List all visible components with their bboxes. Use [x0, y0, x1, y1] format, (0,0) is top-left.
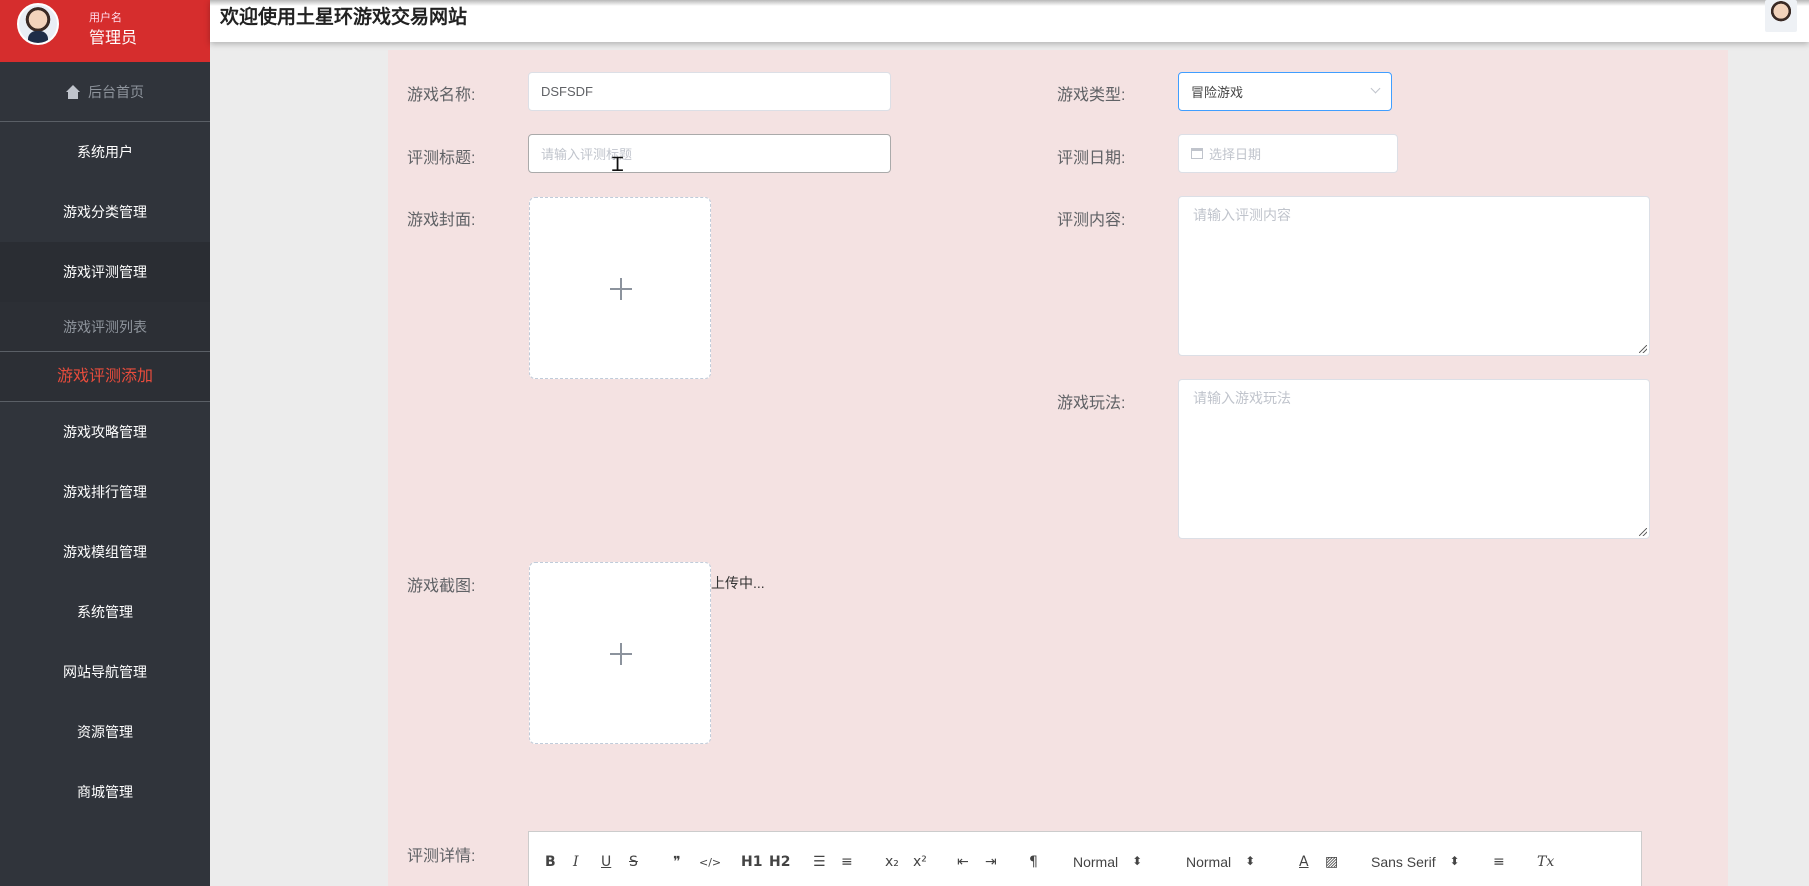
user-label: 用户名	[89, 12, 122, 24]
bold-button[interactable]: B	[545, 854, 556, 870]
sidebar-item-nav[interactable]: 网站导航管理	[0, 642, 210, 702]
chevron-down-icon	[1370, 83, 1381, 94]
bullet-list-icon[interactable]: ≡	[841, 854, 853, 870]
review-detail-label: 评测详情:	[407, 848, 476, 865]
page-title: 欢迎使用土星环游戏交易网站	[220, 7, 468, 28]
ordered-list-icon[interactable]: ☰	[813, 854, 826, 870]
header-avatar[interactable]	[1765, 0, 1797, 32]
cover-uploader[interactable]	[529, 197, 711, 379]
screenshot-label: 游戏截图:	[407, 578, 476, 595]
h2-button[interactable]: H2	[769, 854, 790, 870]
submenu-item-review-list[interactable]: 游戏评测列表	[0, 302, 210, 352]
align-icon[interactable]: ≡	[1493, 854, 1505, 870]
text-cursor-icon: Ɪ	[612, 152, 624, 176]
review-title-input[interactable]: 请输入评测标题	[528, 134, 891, 173]
sidebar: 用户名 管理员 后台首页 系统用户 游戏分类管理 游戏评测管理 游戏评测列表 游…	[0, 0, 210, 886]
sidebar-item-resource[interactable]: 资源管理	[0, 702, 210, 762]
review-date-label: 评测日期:	[1057, 150, 1126, 167]
sidebar-item-shop[interactable]: 商城管理	[0, 762, 210, 822]
calendar-icon	[1191, 148, 1203, 159]
quote-icon[interactable]: ❞	[673, 854, 681, 870]
submenu-item-review-add[interactable]: 游戏评测添加	[0, 352, 210, 402]
plus-icon	[610, 643, 632, 665]
sidebar-item-review[interactable]: 游戏评测管理	[0, 242, 210, 302]
h1-button[interactable]: H1	[741, 854, 762, 870]
cover-label: 游戏封面:	[407, 212, 476, 229]
sidebar-item-category[interactable]: 游戏分类管理	[0, 182, 210, 242]
text-color-icon[interactable]: A	[1299, 854, 1309, 870]
gameplay-placeholder: 请输入游戏玩法	[1193, 390, 1291, 406]
font-select[interactable]: Sans Serif	[1371, 854, 1459, 870]
superscript-button[interactable]: x²	[913, 854, 927, 870]
game-type-label: 游戏类型:	[1057, 87, 1126, 104]
home-icon	[66, 84, 80, 99]
review-content-placeholder: 请输入评测内容	[1193, 207, 1291, 223]
direction-icon[interactable]: ¶	[1029, 854, 1038, 870]
review-date-placeholder: 选择日期	[1209, 147, 1262, 162]
avatar[interactable]	[17, 3, 59, 45]
sidebar-item-home[interactable]: 后台首页	[0, 62, 210, 122]
size-select[interactable]: Normal	[1073, 854, 1142, 870]
clear-format-icon[interactable]: Tx	[1537, 854, 1554, 870]
review-content-textarea[interactable]: 请输入评测内容	[1178, 196, 1650, 356]
resize-handle-icon[interactable]	[1639, 345, 1647, 353]
user-role: 管理员	[89, 30, 138, 47]
sidebar-item-ranking[interactable]: 游戏排行管理	[0, 462, 210, 522]
indent-icon[interactable]: ⇥	[985, 854, 997, 870]
screenshot-uploader[interactable]	[529, 562, 711, 744]
review-date-picker[interactable]: 选择日期	[1178, 134, 1398, 173]
header: 欢迎使用土星环游戏交易网站	[210, 0, 1809, 42]
outdent-icon[interactable]: ⇤	[957, 854, 969, 870]
game-name-value: DSFSDF	[541, 84, 593, 99]
review-content-label: 评测内容:	[1057, 212, 1126, 229]
sidebar-item-mod[interactable]: 游戏模组管理	[0, 522, 210, 582]
strike-button[interactable]: S	[629, 854, 638, 870]
underline-button[interactable]: U	[601, 854, 611, 870]
rich-text-editor[interactable]: B I U S ❞ </> H1 H2 ☰ ≡ x₂ x² ⇤ ⇥ ¶ Norm…	[528, 831, 1642, 886]
user-box: 用户名 管理员	[0, 0, 210, 62]
sidebar-item-label: 后台首页	[88, 83, 144, 100]
game-type-value: 冒险游戏	[1191, 85, 1244, 100]
gameplay-label: 游戏玩法:	[1057, 395, 1126, 412]
game-type-select[interactable]: 冒险游戏	[1178, 72, 1392, 111]
resize-handle-icon[interactable]	[1639, 528, 1647, 536]
game-name-input[interactable]: DSFSDF	[528, 72, 891, 111]
review-title-label: 评测标题:	[407, 150, 476, 167]
sidebar-item-users[interactable]: 系统用户	[0, 122, 210, 182]
sidebar-item-system[interactable]: 系统管理	[0, 582, 210, 642]
subscript-button[interactable]: x₂	[885, 854, 899, 870]
sidebar-item-guide[interactable]: 游戏攻略管理	[0, 402, 210, 462]
background-color-icon[interactable]: ▨	[1325, 854, 1338, 870]
game-name-label: 游戏名称:	[407, 87, 476, 104]
code-icon[interactable]: </>	[699, 856, 721, 869]
italic-button[interactable]: I	[573, 854, 579, 870]
gameplay-textarea[interactable]: 请输入游戏玩法	[1178, 379, 1650, 539]
header-select[interactable]: Normal	[1186, 854, 1255, 870]
upload-status: 上传中...	[711, 575, 765, 591]
plus-icon	[610, 278, 632, 300]
